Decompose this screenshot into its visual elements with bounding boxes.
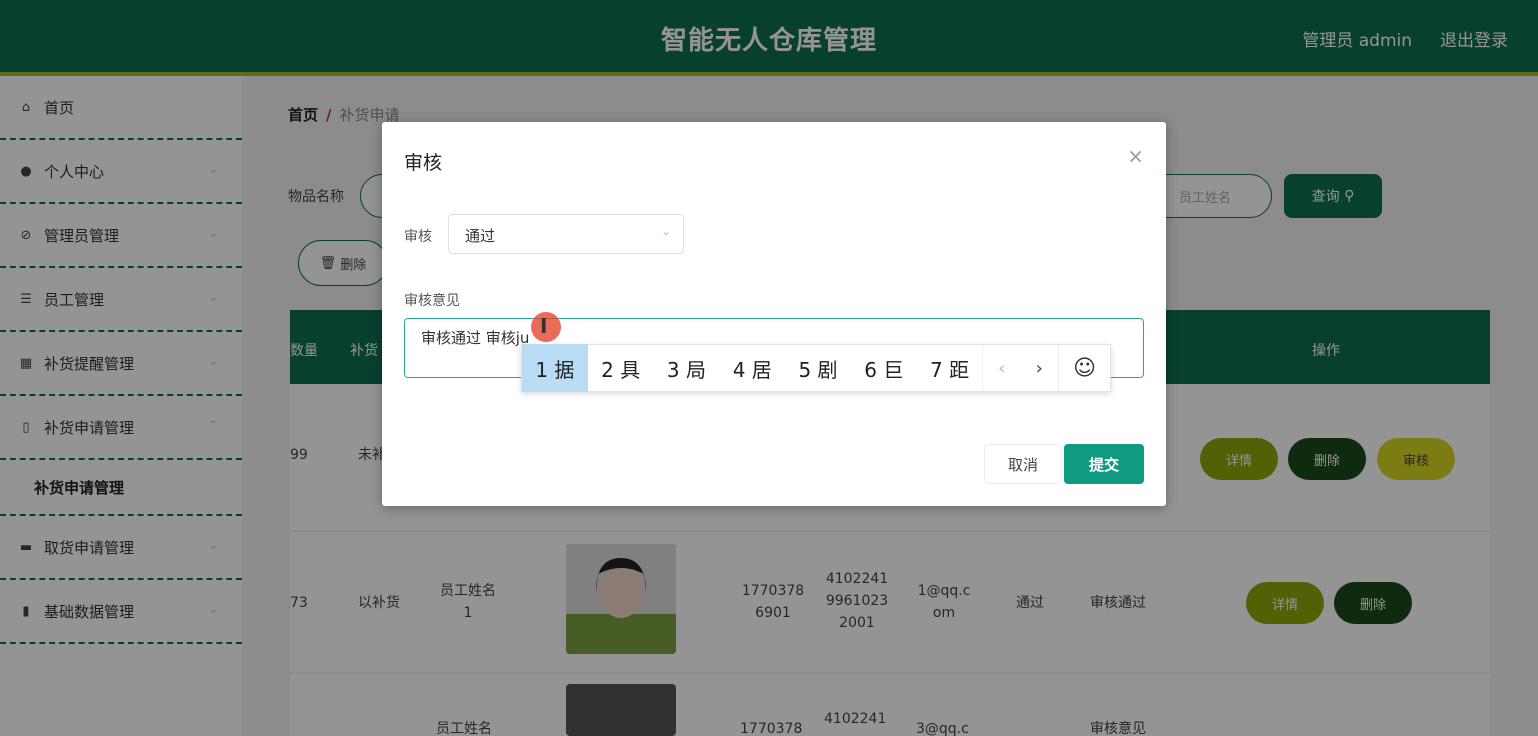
ime-candidate[interactable]: 2 具 bbox=[588, 344, 654, 392]
ime-candidate[interactable]: 3 局 bbox=[654, 344, 720, 392]
cancel-button[interactable]: 取消 bbox=[984, 444, 1062, 484]
chevron-down-icon: ⌄ bbox=[660, 224, 671, 238]
opinion-label: 审核意见 bbox=[404, 293, 460, 309]
audit-select[interactable]: 通过 ⌄ bbox=[448, 214, 684, 254]
ime-next-page-icon[interactable]: › bbox=[1020, 344, 1058, 392]
audit-select-value: 通过 bbox=[465, 227, 496, 245]
emoji-icon[interactable]: ☺ bbox=[1058, 344, 1110, 392]
ime-candidate[interactable]: 6 巨 bbox=[851, 344, 917, 392]
submit-button[interactable]: 提交 bbox=[1064, 444, 1144, 484]
ime-candidate-bar: 1 据 2 具 3 局 4 居 5 剧 6 巨 7 距 ‹ › ☺ bbox=[521, 344, 1111, 392]
audit-dialog: 审核 × 审核 通过 ⌄ 审核意见 审核通过 审核ju 取消 提交 bbox=[382, 122, 1166, 506]
ime-candidate[interactable]: 7 距 bbox=[917, 344, 983, 392]
ime-prev-page-icon[interactable]: ‹ bbox=[982, 344, 1020, 392]
ime-candidate[interactable]: 4 居 bbox=[719, 344, 785, 392]
audit-label: 审核 bbox=[404, 229, 432, 245]
text-cursor-icon: I bbox=[540, 314, 548, 338]
dialog-title: 审核 bbox=[404, 152, 443, 174]
ime-candidate[interactable]: 5 剧 bbox=[785, 344, 851, 392]
close-icon[interactable]: × bbox=[1127, 144, 1144, 168]
ime-candidate[interactable]: 1 据 bbox=[522, 344, 588, 392]
